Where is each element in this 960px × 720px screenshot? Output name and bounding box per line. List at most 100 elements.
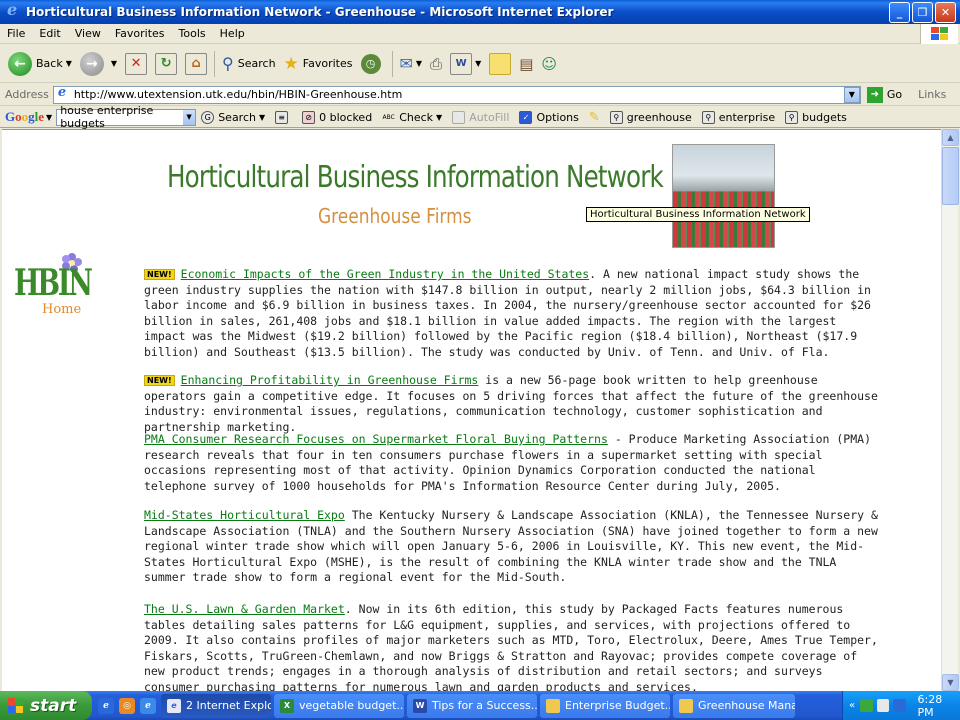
- task-internet-explorer[interactable]: e 2 Internet Explo... ▼: [161, 693, 271, 718]
- messenger-button[interactable]: ☺: [537, 48, 561, 80]
- google-logo[interactable]: Google: [0, 109, 46, 125]
- research-button[interactable]: ▤: [515, 48, 537, 80]
- term-greenhouse[interactable]: ⚲ greenhouse: [605, 110, 697, 124]
- find-term-icon: ⚲: [785, 110, 799, 124]
- back-dropdown-icon[interactable]: ▼: [66, 59, 72, 68]
- windows-logo-icon: [8, 697, 24, 714]
- tray-icon[interactable]: [893, 699, 906, 712]
- highlighter-icon: ✎: [588, 109, 600, 125]
- options-button[interactable]: ✓ Options: [514, 110, 583, 124]
- outlook-quicklaunch-icon[interactable]: ◎: [119, 697, 135, 714]
- minimize-button[interactable]: _: [889, 1, 910, 23]
- address-url[interactable]: http://www.utextension.utk.edu/hbin/HBIN…: [74, 88, 844, 101]
- new-badge: NEW!: [144, 269, 175, 280]
- back-label: Back: [36, 57, 63, 70]
- tray-icon[interactable]: [860, 699, 873, 712]
- article: The U.S. Lawn & Garden Market. Now in it…: [144, 602, 879, 691]
- task-folder-enterprise[interactable]: Enterprise Budget...: [540, 693, 670, 718]
- forward-arrow-icon: →: [79, 51, 104, 76]
- popup-blocker-icon: ⊘: [302, 110, 316, 124]
- google-news-button[interactable]: ≡: [270, 110, 297, 124]
- page-icon: [56, 85, 70, 102]
- spellcheck-icon: ABC: [382, 113, 395, 121]
- google-search-icon: G: [201, 110, 215, 124]
- check-label: Check: [399, 110, 434, 124]
- address-input[interactable]: http://www.utextension.utk.edu/hbin/HBIN…: [52, 85, 861, 104]
- print-button[interactable]: ⎙: [426, 48, 446, 80]
- article-link[interactable]: Mid-States Horticultural Expo: [144, 508, 345, 522]
- forward-dropdown-icon[interactable]: ▼: [111, 59, 117, 68]
- go-arrow-icon: ➜: [866, 86, 883, 103]
- mail-button[interactable]: ✉ ▼: [396, 48, 427, 80]
- scroll-thumb[interactable]: [942, 147, 959, 205]
- word-icon: W: [413, 698, 427, 713]
- standard-toolbar: ← Back ▼ → ▼ ✕ ↻ ⌂ ⚲ Search ★ Favorites …: [0, 45, 960, 83]
- back-button[interactable]: ← Back ▼: [4, 48, 76, 80]
- menu-help[interactable]: Help: [213, 27, 252, 40]
- article-link[interactable]: Economic Impacts of the Green Industry i…: [181, 267, 590, 281]
- restore-button[interactable]: ❐: [912, 1, 933, 23]
- task-label: Greenhouse Mana...: [698, 699, 795, 712]
- google-query-dropdown-icon[interactable]: ▼: [183, 109, 196, 125]
- banner-title: Horticultural Business Information Netwo…: [167, 160, 664, 195]
- edit-dropdown-icon[interactable]: ▼: [475, 59, 481, 68]
- folder-icon: [546, 698, 560, 713]
- search-button[interactable]: ⚲ Search: [218, 48, 280, 80]
- menu-file[interactable]: File: [0, 27, 32, 40]
- find-term-icon: ⚲: [609, 110, 623, 124]
- article: PMA Consumer Research Focuses on Superma…: [144, 432, 879, 494]
- ie-quicklaunch-icon[interactable]: e: [140, 697, 156, 714]
- close-button[interactable]: ✕: [935, 1, 956, 23]
- address-dropdown-icon[interactable]: ▼: [843, 86, 860, 103]
- research-icon: ▤: [519, 54, 534, 73]
- task-word[interactable]: W Tips for a Success...: [407, 693, 537, 718]
- google-query[interactable]: house enterprise budgets: [60, 104, 183, 130]
- links-button[interactable]: Links: [918, 88, 946, 101]
- forward-button[interactable]: → ▼: [76, 48, 121, 80]
- article-link[interactable]: The U.S. Lawn & Garden Market: [144, 602, 345, 616]
- article-link[interactable]: Enhancing Profitability in Greenhouse Fi…: [181, 373, 479, 387]
- popup-blocker-button[interactable]: ⊘ 0 blocked: [297, 110, 377, 124]
- google-search-button[interactable]: G Search ▼: [196, 110, 270, 124]
- menu-favorites[interactable]: Favorites: [108, 27, 172, 40]
- scroll-down-button[interactable]: ▼: [942, 674, 959, 691]
- refresh-button[interactable]: ↻: [151, 48, 181, 80]
- favorites-star-icon: ★: [283, 53, 299, 74]
- start-button[interactable]: start: [0, 691, 92, 720]
- home-button[interactable]: ⌂: [181, 48, 211, 80]
- mail-dropdown-icon[interactable]: ▼: [416, 59, 422, 68]
- favorites-button[interactable]: ★ Favorites: [280, 48, 357, 80]
- google-search-dropdown-icon[interactable]: ▼: [259, 113, 265, 122]
- discuss-button[interactable]: [485, 48, 515, 80]
- stop-button[interactable]: ✕: [121, 48, 151, 80]
- options-icon: ✓: [519, 110, 533, 124]
- highlight-button[interactable]: ✎: [584, 110, 605, 125]
- article: NEW! Enhancing Profitability in Greenhous…: [144, 373, 879, 435]
- menu-tools[interactable]: Tools: [172, 27, 213, 40]
- google-menu-dropdown-icon[interactable]: ▼: [46, 113, 52, 122]
- hbin-home-logo[interactable]: HBIN Home: [14, 252, 94, 322]
- page-content[interactable]: Horticultural Business Information Netwo…: [2, 129, 941, 691]
- menu-view[interactable]: View: [68, 27, 108, 40]
- term-budgets[interactable]: ⚲ budgets: [780, 110, 852, 124]
- clock[interactable]: 6:28 PM: [918, 693, 960, 719]
- article-link[interactable]: PMA Consumer Research Focuses on Superma…: [144, 432, 608, 446]
- tray-icon[interactable]: [876, 699, 890, 712]
- menu-edit[interactable]: Edit: [32, 27, 67, 40]
- history-button[interactable]: ◷: [357, 48, 389, 80]
- vertical-scrollbar[interactable]: ▲ ▼: [941, 129, 959, 691]
- edit-button[interactable]: W ▼: [446, 48, 485, 80]
- autofill-button[interactable]: AutoFill: [447, 110, 514, 124]
- spellcheck-button[interactable]: ABC Check ▼: [377, 111, 447, 124]
- check-dropdown-icon[interactable]: ▼: [436, 113, 442, 122]
- task-folder-greenhouse[interactable]: Greenhouse Mana...: [673, 693, 795, 718]
- article: Mid-States Horticultural Expo The Kentuc…: [144, 508, 879, 586]
- google-search-input[interactable]: house enterprise budgets ▼: [56, 104, 197, 130]
- task-label: vegetable budget...: [299, 699, 404, 712]
- term-enterprise[interactable]: ⚲ enterprise: [697, 110, 780, 124]
- task-excel[interactable]: X vegetable budget...: [274, 693, 404, 718]
- go-button[interactable]: ➜ Go: [866, 86, 902, 103]
- scroll-up-button[interactable]: ▲: [942, 129, 959, 146]
- show-hidden-icons-button[interactable]: «: [849, 700, 855, 711]
- ie-quicklaunch-icon[interactable]: e: [98, 697, 114, 714]
